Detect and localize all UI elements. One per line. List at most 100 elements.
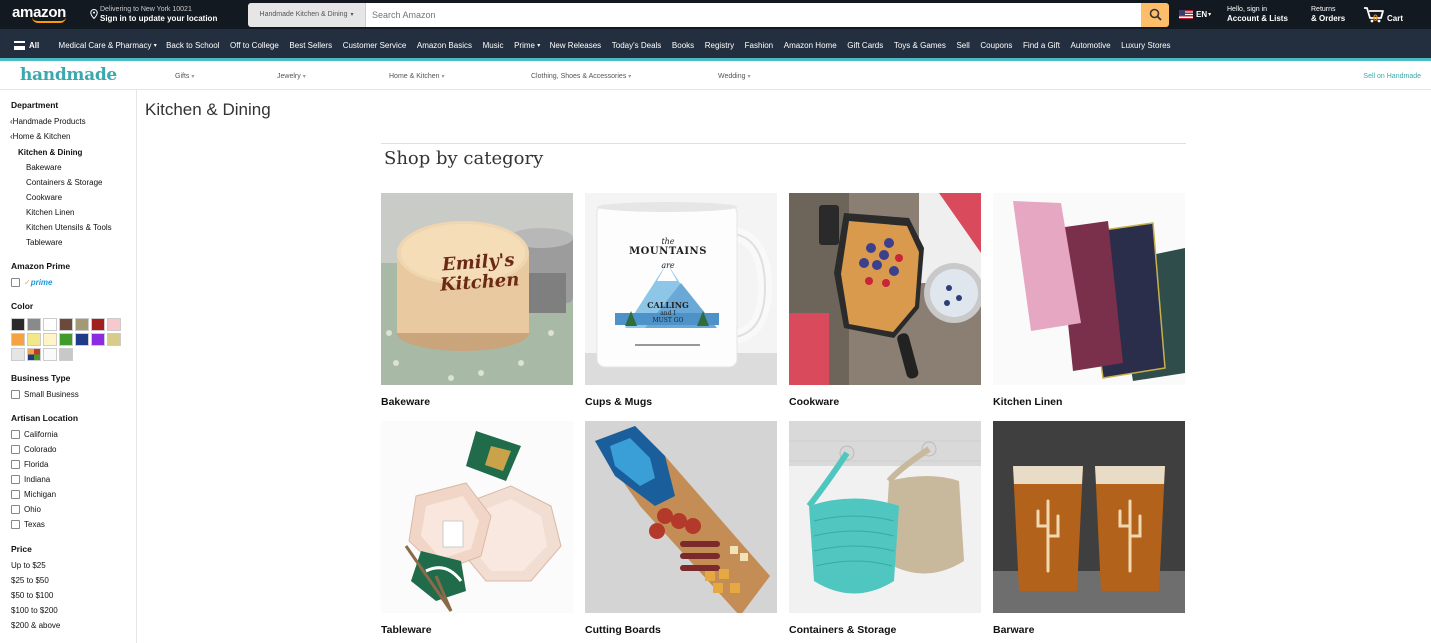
nav-item-find-a-gift[interactable]: Find a Gift <box>1018 41 1066 50</box>
mug-text-line1: the <box>661 237 675 246</box>
color-swatch[interactable] <box>75 333 89 346</box>
nav-item-luxury-stores[interactable]: Luxury Stores <box>1116 41 1176 50</box>
handmade-logo[interactable]: handmade <box>20 65 117 85</box>
color-swatch[interactable] <box>11 318 25 331</box>
category-tile-kitchen-linen[interactable]: Kitchen Linen <box>993 193 1185 408</box>
handmade-link-jewelry[interactable]: Jewelry ▾ <box>277 73 306 80</box>
category-tile-cutting-boards[interactable]: Cutting Boards <box>585 421 777 636</box>
handmade-link-clothing[interactable]: Clothing, Shoes & Accessories ▾ <box>531 73 631 80</box>
nav-item-back-to-school[interactable]: Back to School <box>161 41 225 50</box>
handmade-link-gifts[interactable]: Gifts ▾ <box>175 73 194 80</box>
nav-item-amazon-basics[interactable]: Amazon Basics <box>412 41 478 50</box>
nav-item-prime[interactable]: Prime <box>509 41 540 50</box>
nav-item-best-sellers[interactable]: Best Sellers <box>284 41 337 50</box>
account-greeting: Hello, sign in <box>1227 5 1268 13</box>
dept-link-containers-storage[interactable]: Containers & Storage <box>26 178 103 187</box>
color-swatch[interactable] <box>43 348 57 361</box>
nav-item-gift-cards[interactable]: Gift Cards <box>842 41 889 50</box>
nav-item-amazon-home[interactable]: Amazon Home <box>778 41 842 50</box>
color-swatch[interactable] <box>11 333 25 346</box>
dept-link-kitchen-linen[interactable]: Kitchen Linen <box>26 208 74 217</box>
dept-link-home-kitchen[interactable]: ‹Home & Kitchen <box>10 132 70 141</box>
returns-orders-link[interactable]: Returns & Orders <box>1311 6 1363 24</box>
category-tile-cookware[interactable]: Cookware <box>789 193 981 408</box>
color-swatch[interactable] <box>59 333 73 346</box>
filter-label: California <box>24 430 58 439</box>
filter-colorado[interactable]: Colorado <box>11 445 56 454</box>
sell-on-handmade-link[interactable]: Sell on Handmade <box>1363 73 1421 80</box>
checkbox[interactable] <box>11 460 20 469</box>
price-filter-100-200[interactable]: $100 to $200 <box>11 606 58 615</box>
checkbox[interactable] <box>11 490 20 499</box>
amazon-logo[interactable]: amazon <box>0 0 88 29</box>
dept-link-bakeware[interactable]: Bakeware <box>26 163 62 172</box>
nav-item-new-releases[interactable]: New Releases <box>544 41 606 50</box>
color-swatch[interactable] <box>91 318 105 331</box>
nav-item-automotive[interactable]: Automotive <box>1065 41 1116 50</box>
prime-filter[interactable]: ✓prime <box>11 278 53 287</box>
prime-checkbox[interactable] <box>11 278 20 287</box>
filter-texas[interactable]: Texas <box>11 520 45 529</box>
account-menu[interactable]: Hello, sign in Account & Lists <box>1225 6 1311 24</box>
color-swatch-multicolor[interactable] <box>27 348 41 361</box>
nav-item-coupons[interactable]: Coupons <box>975 41 1018 50</box>
filter-michigan[interactable]: Michigan <box>11 490 56 499</box>
filter-ohio[interactable]: Ohio <box>11 505 41 514</box>
nav-item-fashion[interactable]: Fashion <box>739 41 778 50</box>
nav-item-todays-deals[interactable]: Today's Deals <box>606 41 666 50</box>
checkbox[interactable] <box>11 475 20 484</box>
search-input[interactable] <box>366 2 1141 27</box>
checkbox[interactable] <box>11 390 20 399</box>
location-pin-icon <box>88 8 100 21</box>
color-swatch[interactable] <box>27 318 41 331</box>
dept-link-tableware[interactable]: Tableware <box>26 238 62 247</box>
language-selector[interactable]: EN ▾ <box>1179 10 1225 19</box>
nav-item-sell[interactable]: Sell <box>951 41 975 50</box>
dept-link-kitchen-utensils[interactable]: Kitchen Utensils & Tools <box>26 223 112 232</box>
category-tile-tableware[interactable]: Tableware <box>381 421 573 636</box>
checkbox[interactable] <box>11 445 20 454</box>
category-tile-containers-storage[interactable]: Containers & Storage <box>789 421 981 636</box>
color-swatch[interactable] <box>59 318 73 331</box>
handmade-link-wedding[interactable]: Wedding ▾ <box>718 73 750 80</box>
checkbox[interactable] <box>11 430 20 439</box>
checkbox[interactable] <box>11 505 20 514</box>
handmade-link-home-kitchen[interactable]: Home & Kitchen ▾ <box>389 73 445 80</box>
color-swatch[interactable] <box>11 348 25 361</box>
search-department-select[interactable]: Handmade Kitchen & Dining ▾ <box>248 2 366 27</box>
dept-link-handmade-products[interactable]: ‹Handmade Products <box>10 117 86 126</box>
all-menu-button[interactable]: All <box>0 41 53 50</box>
category-tile-bakeware[interactable]: Emily's Kitchen Bakeware <box>381 193 573 408</box>
category-tile-barware[interactable]: Barware <box>993 421 1185 636</box>
nav-item-music[interactable]: Music <box>477 41 508 50</box>
price-filter-50-100[interactable]: $50 to $100 <box>11 591 53 600</box>
nav-item-toys-games[interactable]: Toys & Games <box>889 41 952 50</box>
dept-link-cookware[interactable]: Cookware <box>26 193 62 202</box>
filter-indiana[interactable]: Indiana <box>11 475 50 484</box>
filter-california[interactable]: California <box>11 430 58 439</box>
nav-item-medical-care[interactable]: Medical Care & Pharmacy <box>53 41 157 50</box>
nav-item-registry[interactable]: Registry <box>699 41 739 50</box>
price-filter-under-25[interactable]: Up to $25 <box>11 561 46 570</box>
checkbox[interactable] <box>11 520 20 529</box>
nav-item-books[interactable]: Books <box>667 41 700 50</box>
price-filter-25-50[interactable]: $25 to $50 <box>11 576 49 585</box>
color-swatch[interactable] <box>59 348 73 361</box>
color-swatch[interactable] <box>107 318 121 331</box>
color-swatch[interactable] <box>107 333 121 346</box>
color-heading: Color <box>11 301 34 311</box>
filter-small-business[interactable]: Small Business <box>11 390 79 399</box>
price-filter-200-above[interactable]: $200 & above <box>11 621 60 630</box>
category-tile-cups-mugs[interactable]: the MOUNTAINS are CALLING and I MUST GO … <box>585 193 777 408</box>
search-button[interactable] <box>1141 2 1169 27</box>
color-swatch[interactable] <box>43 318 57 331</box>
color-swatch[interactable] <box>27 333 41 346</box>
delivery-location[interactable]: Delivering to New York 10021 Sign in to … <box>88 0 248 29</box>
cart-button[interactable]: 0 Cart <box>1363 6 1413 23</box>
filter-florida[interactable]: Florida <box>11 460 48 469</box>
color-swatch[interactable] <box>43 333 57 346</box>
color-swatch[interactable] <box>91 333 105 346</box>
nav-item-customer-service[interactable]: Customer Service <box>337 41 411 50</box>
color-swatch[interactable] <box>75 318 89 331</box>
nav-item-off-to-college[interactable]: Off to College <box>225 41 284 50</box>
